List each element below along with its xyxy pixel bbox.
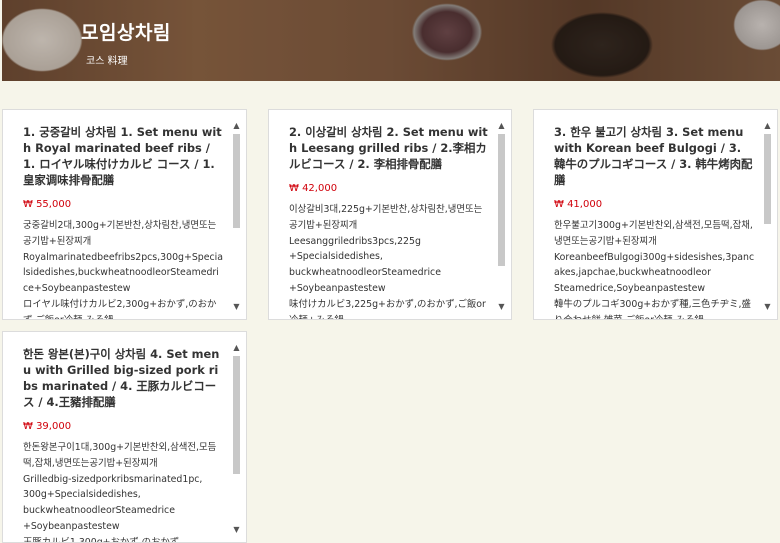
menu-card-4: 한돈 왕본(본)구이 상차림 4. Set menu with Grilled … [2,331,247,543]
menu-price: ₩ 39,000 [23,421,72,432]
menu-title: 1. 궁중갈비 상차림 1. Set menu with Royal marin… [23,125,222,187]
card-scrollbar[interactable]: ▲ ▼ [496,120,507,313]
menu-title: 3. 한우 불고기 상차림 3. Set menu with Korean be… [554,125,753,187]
menu-title: 한돈 왕본(본)구이 상차림 4. Set menu with Grilled … [23,347,220,409]
menu-card-content: 2. 이상갈비 상차림 2. Set menu with Leesang gri… [289,124,489,319]
menu-title: 2. 이상갈비 상차림 2. Set menu with Leesang gri… [289,125,488,171]
card-scrollbar[interactable]: ▲ ▼ [231,120,242,313]
scroll-up-icon[interactable]: ▲ [496,120,507,132]
card-scrollbar[interactable]: ▲ ▼ [762,120,773,313]
menu-description: 궁중갈비2대,300g+기본반찬,상차림찬,냉면또는공기밥+된장찌개 Royal… [23,220,224,319]
menu-card-1: 1. 궁중갈비 상차림 1. Set menu with Royal marin… [2,109,247,320]
scroll-down-icon[interactable]: ▼ [231,524,242,536]
scroll-up-icon[interactable]: ▲ [762,120,773,132]
scrollbar-thumb[interactable] [233,356,240,474]
menu-card-content: 1. 궁중갈비 상차림 1. Set menu with Royal marin… [23,124,224,319]
page-subtitle: 코스 料理 [86,56,128,67]
scrollbar-thumb[interactable] [498,134,505,266]
scroll-up-icon[interactable]: ▲ [231,342,242,354]
menu-card-3: 3. 한우 불고기 상차림 3. Set menu with Korean be… [533,109,778,320]
menu-price: ₩ 55,000 [23,199,72,210]
scroll-down-icon[interactable]: ▼ [231,301,242,313]
scroll-down-icon[interactable]: ▼ [762,301,773,313]
menu-description: 한돈왕본구이1대,300g+기본반찬외,삼색전,모듬떡,잡채,냉면또는공기밥+된… [23,442,217,542]
scrollbar-thumb[interactable] [233,134,240,228]
menu-card-2: 2. 이상갈비 상차림 2. Set menu with Leesang gri… [268,109,512,320]
scroll-down-icon[interactable]: ▼ [496,301,507,313]
menu-price: ₩ 41,000 [554,199,603,210]
menu-price: ₩ 42,000 [289,183,338,194]
scrollbar-thumb[interactable] [764,134,771,224]
page-title: 모임상차림 [81,22,171,44]
menu-description: 한우불고기300g+기본반찬외,삼색전,모듬떡,잡채,냉면또는공기밥+된장찌개 … [554,220,755,319]
hero-banner: 모임상차림 코스 料理 [2,0,780,81]
menu-card-content: 3. 한우 불고기 상차림 3. Set menu with Korean be… [554,124,755,319]
menu-description: 이상갈비3대,225g+기본반찬,상차림찬,냉면또는공기밥+된장찌개 Leesa… [289,204,486,319]
menu-card-content: 한돈 왕본(본)구이 상차림 4. Set menu with Grilled … [23,346,224,542]
card-scrollbar[interactable]: ▲ ▼ [231,342,242,536]
scroll-up-icon[interactable]: ▲ [231,120,242,132]
